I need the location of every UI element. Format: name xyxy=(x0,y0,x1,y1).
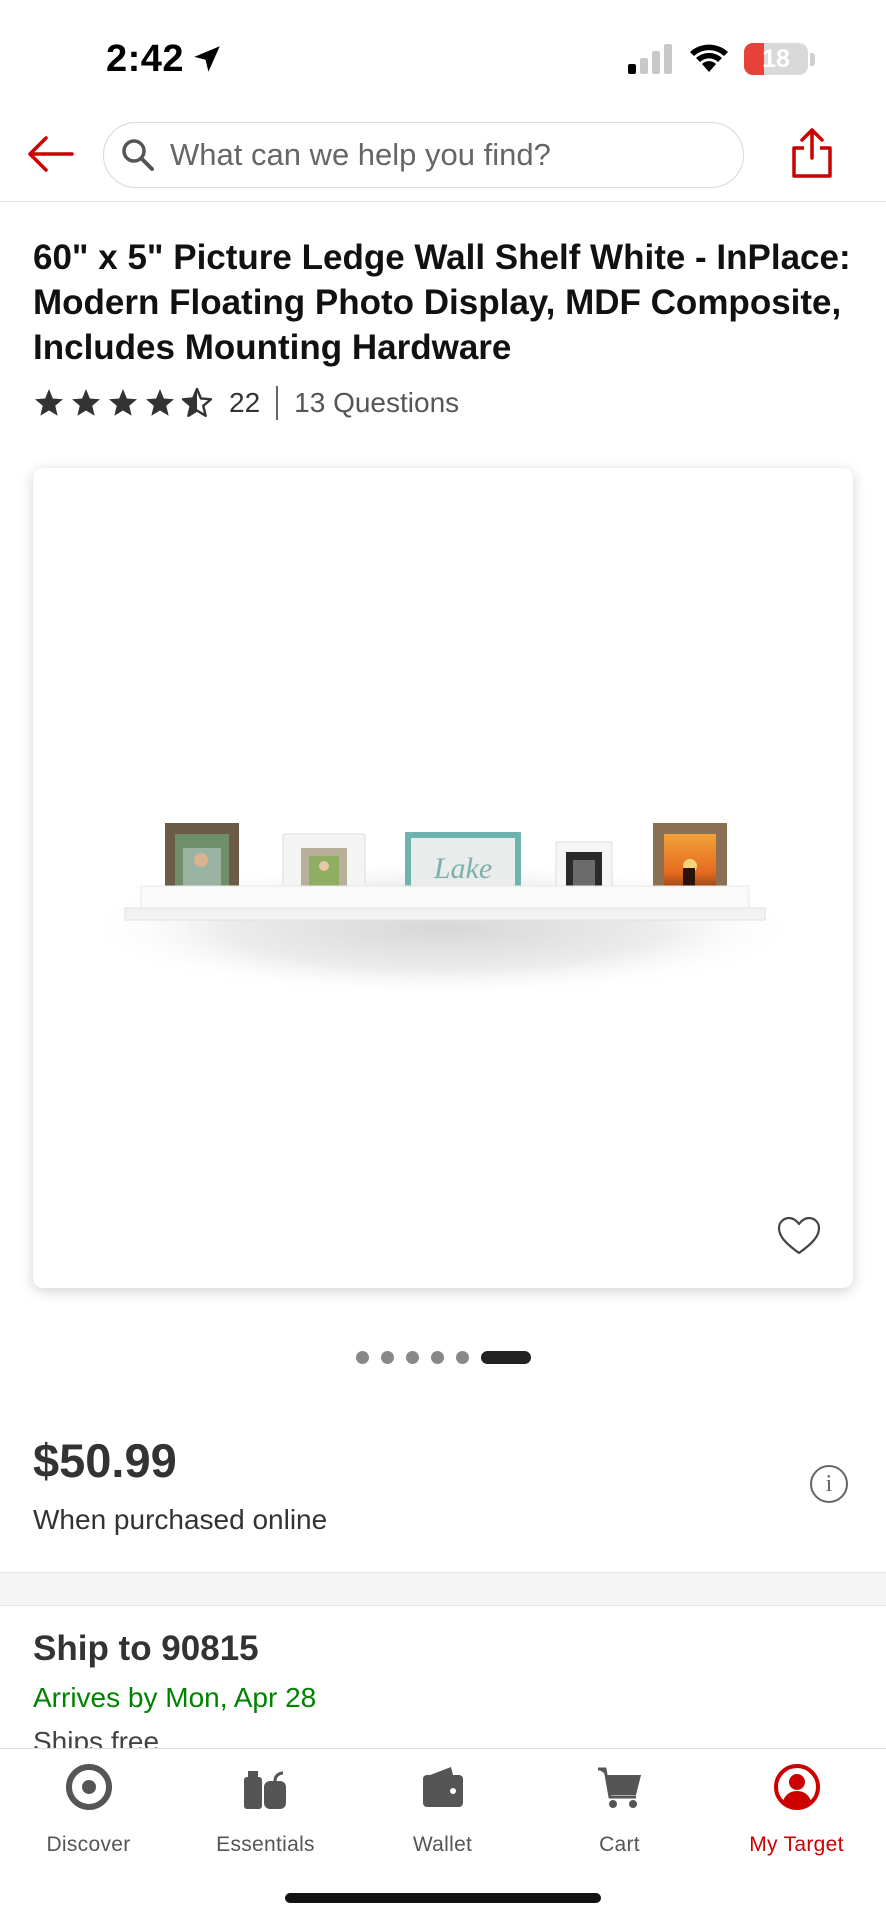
rating-count[interactable]: 22 xyxy=(229,387,260,419)
carousel-dot[interactable] xyxy=(430,1351,444,1364)
svg-text:Lake: Lake xyxy=(433,852,492,885)
product-title: 60" x 5" Picture Ledge Wall Shelf White … xyxy=(33,238,851,367)
battery-level: 18 xyxy=(762,45,790,73)
arrival-date: Arrives by Mon, Apr 28 xyxy=(33,1682,317,1713)
carousel-dot[interactable] xyxy=(380,1351,394,1364)
star-full-icon xyxy=(35,389,63,416)
account-icon xyxy=(773,1764,820,1810)
top-header: What can we help you find? xyxy=(0,118,886,202)
cellular-signal-icon xyxy=(628,44,672,74)
nav-label: Cart xyxy=(599,1833,640,1856)
product-image: Lake xyxy=(83,823,803,998)
status-bar: 2:42 18 xyxy=(0,0,886,110)
cart-icon xyxy=(597,1767,641,1808)
nav-wallet[interactable]: Wallet xyxy=(354,1749,531,1869)
search-placeholder: What can we help you find? xyxy=(170,137,551,172)
carousel-dot[interactable] xyxy=(405,1351,419,1364)
share-icon[interactable] xyxy=(790,126,834,180)
product-price: $50.99 xyxy=(33,1434,177,1487)
location-arrow-icon xyxy=(194,46,220,72)
nav-label: Wallet xyxy=(412,1833,473,1856)
rating-row[interactable]: 22 13 Questions xyxy=(33,382,459,424)
ship-to-heading[interactable]: Ship to 90815 xyxy=(33,1629,259,1669)
essentials-icon xyxy=(243,1771,286,1809)
search-input[interactable]: What can we help you find? xyxy=(103,122,744,188)
home-indicator[interactable] xyxy=(285,1893,601,1903)
battery-icon: 18 xyxy=(744,43,808,75)
divider xyxy=(276,386,279,420)
section-divider xyxy=(0,1572,886,1606)
nav-label: My Target xyxy=(749,1833,844,1856)
nav-label: Essentials xyxy=(216,1833,315,1856)
questions-link[interactable]: 13 Questions xyxy=(294,387,459,419)
heart-icon[interactable] xyxy=(777,1216,821,1256)
nav-cart[interactable]: Cart xyxy=(531,1749,708,1869)
nav-essentials[interactable]: Essentials xyxy=(177,1749,354,1869)
carousel-indicator[interactable] xyxy=(0,1351,886,1364)
star-full-icon xyxy=(146,389,174,416)
star-rating xyxy=(33,387,213,419)
price-note: When purchased online xyxy=(33,1504,328,1535)
product-image-card[interactable]: Lake xyxy=(33,468,853,1288)
carousel-dot[interactable] xyxy=(455,1351,469,1364)
star-full-icon xyxy=(109,389,137,416)
wifi-icon xyxy=(690,44,728,72)
nav-label: Discover xyxy=(46,1833,131,1856)
status-time: 2:42 xyxy=(106,38,185,80)
carousel-dot-active[interactable] xyxy=(480,1351,531,1364)
nav-discover[interactable]: Discover xyxy=(0,1749,177,1869)
info-icon[interactable]: i xyxy=(810,1465,848,1503)
star-half-icon xyxy=(181,387,213,417)
nav-my-target[interactable]: My Target xyxy=(708,1749,885,1869)
carousel-dot[interactable] xyxy=(355,1351,369,1364)
target-icon xyxy=(65,1764,112,1810)
search-icon xyxy=(122,139,154,171)
star-full-icon xyxy=(72,389,100,416)
wallet-icon xyxy=(422,1767,463,1807)
back-arrow-icon[interactable] xyxy=(24,132,76,176)
shipping-note: Ships free xyxy=(33,1726,160,1749)
